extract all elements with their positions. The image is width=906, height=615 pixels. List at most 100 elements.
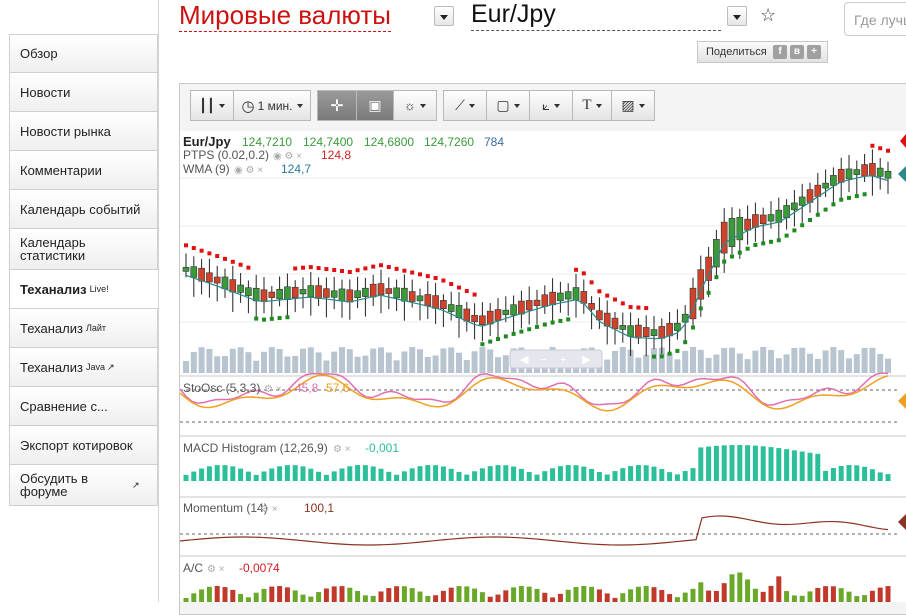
ac-bar — [214, 586, 220, 602]
macd-bar — [534, 474, 540, 481]
sidebar-item-3[interactable]: Комментарии — [9, 151, 158, 190]
search-input[interactable]: Где лучше — [844, 2, 906, 36]
ptps-controls-icon[interactable]: ◉ ⚙ × — [273, 151, 302, 162]
ac-bar — [526, 586, 532, 602]
sidebar-divider — [158, 0, 159, 602]
psar-dot — [784, 233, 789, 238]
macd-bar — [518, 468, 524, 481]
candle — [362, 287, 369, 297]
clock-icon: ◷ — [241, 97, 255, 115]
sidebar-item-2[interactable]: Новости рынка — [9, 112, 158, 151]
title-dropdown-button[interactable] — [434, 6, 454, 26]
candle — [791, 202, 798, 211]
candle — [221, 276, 229, 290]
sidebar-item-0[interactable]: Обзор — [9, 34, 158, 73]
wma-controls-icon[interactable]: ◉ ⚙ × — [234, 165, 263, 176]
vk-icon[interactable]: в — [790, 45, 804, 59]
volume-bar — [736, 353, 743, 373]
volume-bar — [682, 350, 689, 373]
ac-bar — [456, 586, 462, 602]
more-share-icon[interactable]: + — [807, 45, 821, 59]
macd-bar — [799, 451, 805, 481]
macd-bar — [378, 468, 384, 481]
fib-tool-button[interactable]: ⟀ — [529, 90, 573, 121]
zoom-navigator[interactable]: ◀ − + ▶ — [509, 349, 603, 369]
volume-bar — [729, 347, 735, 373]
zoom-out-icon[interactable]: − — [540, 354, 546, 366]
macd-bar — [885, 474, 891, 481]
psar-dot — [706, 290, 711, 295]
candle — [588, 303, 595, 310]
psar-dot — [675, 348, 680, 353]
macd-bar — [565, 465, 571, 481]
sto-controls-icon[interactable]: ⚙ × — [264, 384, 282, 395]
volume-bar — [190, 351, 197, 373]
ac-bar — [745, 579, 751, 602]
nav-right-icon[interactable]: ▶ — [582, 354, 591, 366]
volume-bar — [697, 349, 704, 373]
ac-controls-icon[interactable]: ⚙ × — [207, 564, 225, 575]
psar-dot — [714, 275, 719, 280]
price-chart[interactable]: ◀ − + ▶ Eur/Jpy 124,7210 124,7400 124,68… — [180, 131, 906, 602]
psar-dot — [511, 331, 516, 336]
zoom-in-icon[interactable]: + — [560, 354, 566, 366]
psar-dot — [371, 264, 376, 269]
sidebar-item-11[interactable]: Обсудить в форуме ↗ — [9, 465, 158, 506]
macd-bar — [869, 469, 875, 481]
psar-dot — [753, 242, 758, 247]
ac-bar — [269, 586, 275, 602]
crosshair-button[interactable]: ✛ — [317, 90, 357, 121]
sidebar-item-6[interactable]: Теханализ Live! — [9, 270, 159, 309]
panels-button[interactable]: ▣ — [356, 90, 394, 121]
ptps-label: PTPS (0.02,0.2) — [183, 148, 269, 162]
shape-tool-button[interactable]: ▢ — [486, 90, 530, 121]
indicators-button[interactable]: ☼ — [393, 90, 437, 121]
pair-dropdown-button[interactable] — [727, 6, 747, 26]
psar-dot — [402, 268, 407, 273]
share-button[interactable]: Поделиться f в + — [697, 41, 828, 63]
favorite-star-icon[interactable]: ☆ — [760, 5, 776, 26]
candle — [408, 291, 416, 302]
macd-controls-icon[interactable]: ⚙ × — [333, 444, 351, 455]
wma-label: WMA (9) — [183, 162, 230, 176]
ac-bar — [885, 586, 891, 602]
sidebar-item-9[interactable]: Сравнение с... — [9, 387, 158, 426]
volume-bar — [284, 356, 291, 373]
sidebar-item-5[interactable]: Календарь статистики — [9, 229, 158, 270]
sidebar-item-4[interactable]: Календарь событий — [9, 190, 158, 229]
macd-bar — [846, 465, 852, 481]
sidebar-item-1[interactable]: Новости — [9, 73, 158, 112]
ac-bar — [659, 589, 665, 602]
candle — [525, 300, 533, 311]
macd-bar — [596, 472, 602, 481]
ac-bar — [628, 589, 634, 602]
sidebar-item-10[interactable]: Экспорт котировок — [9, 426, 158, 465]
sidebar-item-7[interactable]: Теханализ Лайт — [9, 309, 158, 348]
nav-left-icon[interactable]: ◀ — [520, 354, 529, 366]
candle — [182, 267, 190, 272]
psar-dot — [761, 241, 766, 246]
psar-dot — [870, 143, 875, 148]
share-label: Поделиться — [706, 46, 767, 58]
psar-dot — [254, 316, 259, 321]
interval-button[interactable]: ◷ 1 мин. — [233, 90, 311, 121]
pair-selector[interactable]: Eur/Jpy — [471, 0, 721, 31]
psar-dot — [535, 324, 539, 329]
candle — [268, 291, 276, 298]
momentum-controls-icon[interactable]: ⚙ × — [260, 504, 278, 515]
volume-bar — [674, 359, 681, 373]
sidebar-item-8[interactable]: Теханализ Java ↗ — [9, 348, 158, 387]
volume-bar — [323, 360, 330, 373]
facebook-icon[interactable]: f — [773, 45, 787, 59]
candle — [845, 168, 853, 180]
sto-k-value: 45,8 — [295, 381, 319, 395]
chart-type-button[interactable]: ┃┃ — [190, 90, 234, 121]
psar-dot — [691, 325, 695, 330]
image-button[interactable]: ▨ — [611, 90, 655, 121]
wma-value: 124,7 — [281, 162, 311, 176]
psar-dot — [464, 289, 469, 294]
text-tool-button[interactable]: T — [572, 90, 612, 121]
psar-dot — [238, 262, 243, 267]
line-tool-button[interactable]: ⟋ — [443, 90, 487, 121]
ac-bar — [776, 576, 782, 602]
